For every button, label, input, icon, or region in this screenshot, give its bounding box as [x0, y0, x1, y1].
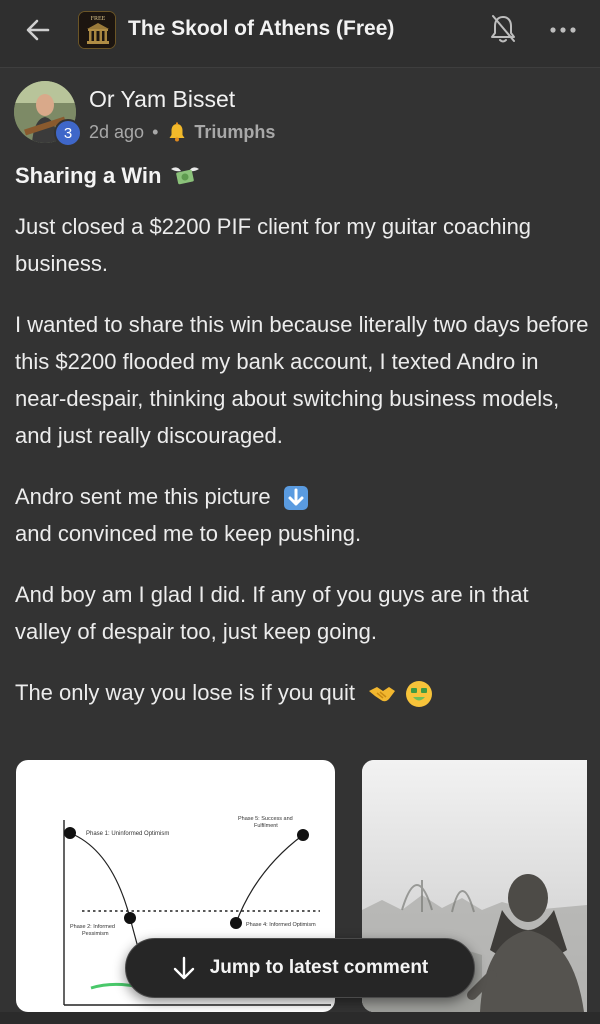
- handshake-emoji: [369, 687, 396, 702]
- author-avatar[interactable]: 3: [14, 81, 82, 147]
- post-meta: 2d ago • Triumphs: [89, 121, 275, 143]
- top-app-bar: FREE The Skool of Athens (Free): [0, 0, 600, 68]
- money-mouth-face-emoji: [406, 681, 433, 708]
- author-name[interactable]: Or Yam Bisset: [89, 86, 235, 113]
- post-category[interactable]: Triumphs: [194, 122, 275, 143]
- arrow-left-icon: [26, 19, 50, 41]
- post-body: Just closed a $2200 PIF client for my gu…: [15, 208, 590, 735]
- post-paragraph-group: Andro sent me this picture and convinced…: [15, 478, 590, 552]
- meta-separator: •: [152, 121, 159, 142]
- level-badge: 3: [54, 119, 82, 147]
- post-paragraph: Just closed a $2200 PIF client for my gu…: [15, 214, 532, 276]
- bell-icon: [169, 122, 185, 142]
- bell-off-icon: [491, 15, 515, 43]
- chart-label-phase1: Phase 1: Uninformed Optimism: [86, 831, 169, 837]
- chart-label-phase4: Phase 4: Informed Optimism: [246, 922, 316, 928]
- chart-label-phase5-line1: Phase 5: Success and: [238, 816, 293, 822]
- post-title-text: Sharing a Win: [15, 163, 162, 188]
- post-paragraph-with-emojis: The only way you lose is if you quit: [15, 674, 590, 711]
- group-title[interactable]: The Skool of Athens (Free): [128, 17, 394, 41]
- jump-to-latest-comment-button[interactable]: Jump to latest comment: [125, 938, 475, 998]
- temple-logo-icon: FREE: [79, 12, 115, 48]
- money-with-wings-emoji: [171, 167, 200, 185]
- chart-label-phase2-line2: Pessimism: [82, 931, 109, 937]
- post-paragraph: Andro sent me this picture: [15, 484, 271, 509]
- arrow-down-icon: [173, 956, 194, 980]
- post-paragraph: I wanted to share this win because liter…: [15, 312, 589, 448]
- group-logo[interactable]: FREE: [78, 11, 116, 49]
- svg-text:FREE: FREE: [91, 16, 106, 22]
- chart-label-phase2-line1: Phase 2: Informed: [70, 924, 115, 930]
- post-paragraph: and convinced me to keep pushing.: [15, 521, 362, 546]
- down-arrow-emoji: [283, 486, 308, 511]
- post-paragraph: And boy am I glad I did. If any of you g…: [15, 582, 529, 644]
- chart-label-phase5-line2: Fulfilment: [254, 823, 278, 829]
- more-options-button[interactable]: [548, 20, 578, 40]
- notifications-button[interactable]: [488, 13, 518, 45]
- post-time: 2d ago: [89, 121, 145, 142]
- post-paragraph: The only way you lose is if you quit: [15, 680, 355, 705]
- bottom-bar: [0, 1012, 600, 1024]
- back-button[interactable]: [22, 14, 54, 46]
- jump-button-label: Jump to latest comment: [209, 957, 429, 978]
- post-title: Sharing a Win: [15, 163, 201, 189]
- more-horizontal-icon: [550, 27, 576, 33]
